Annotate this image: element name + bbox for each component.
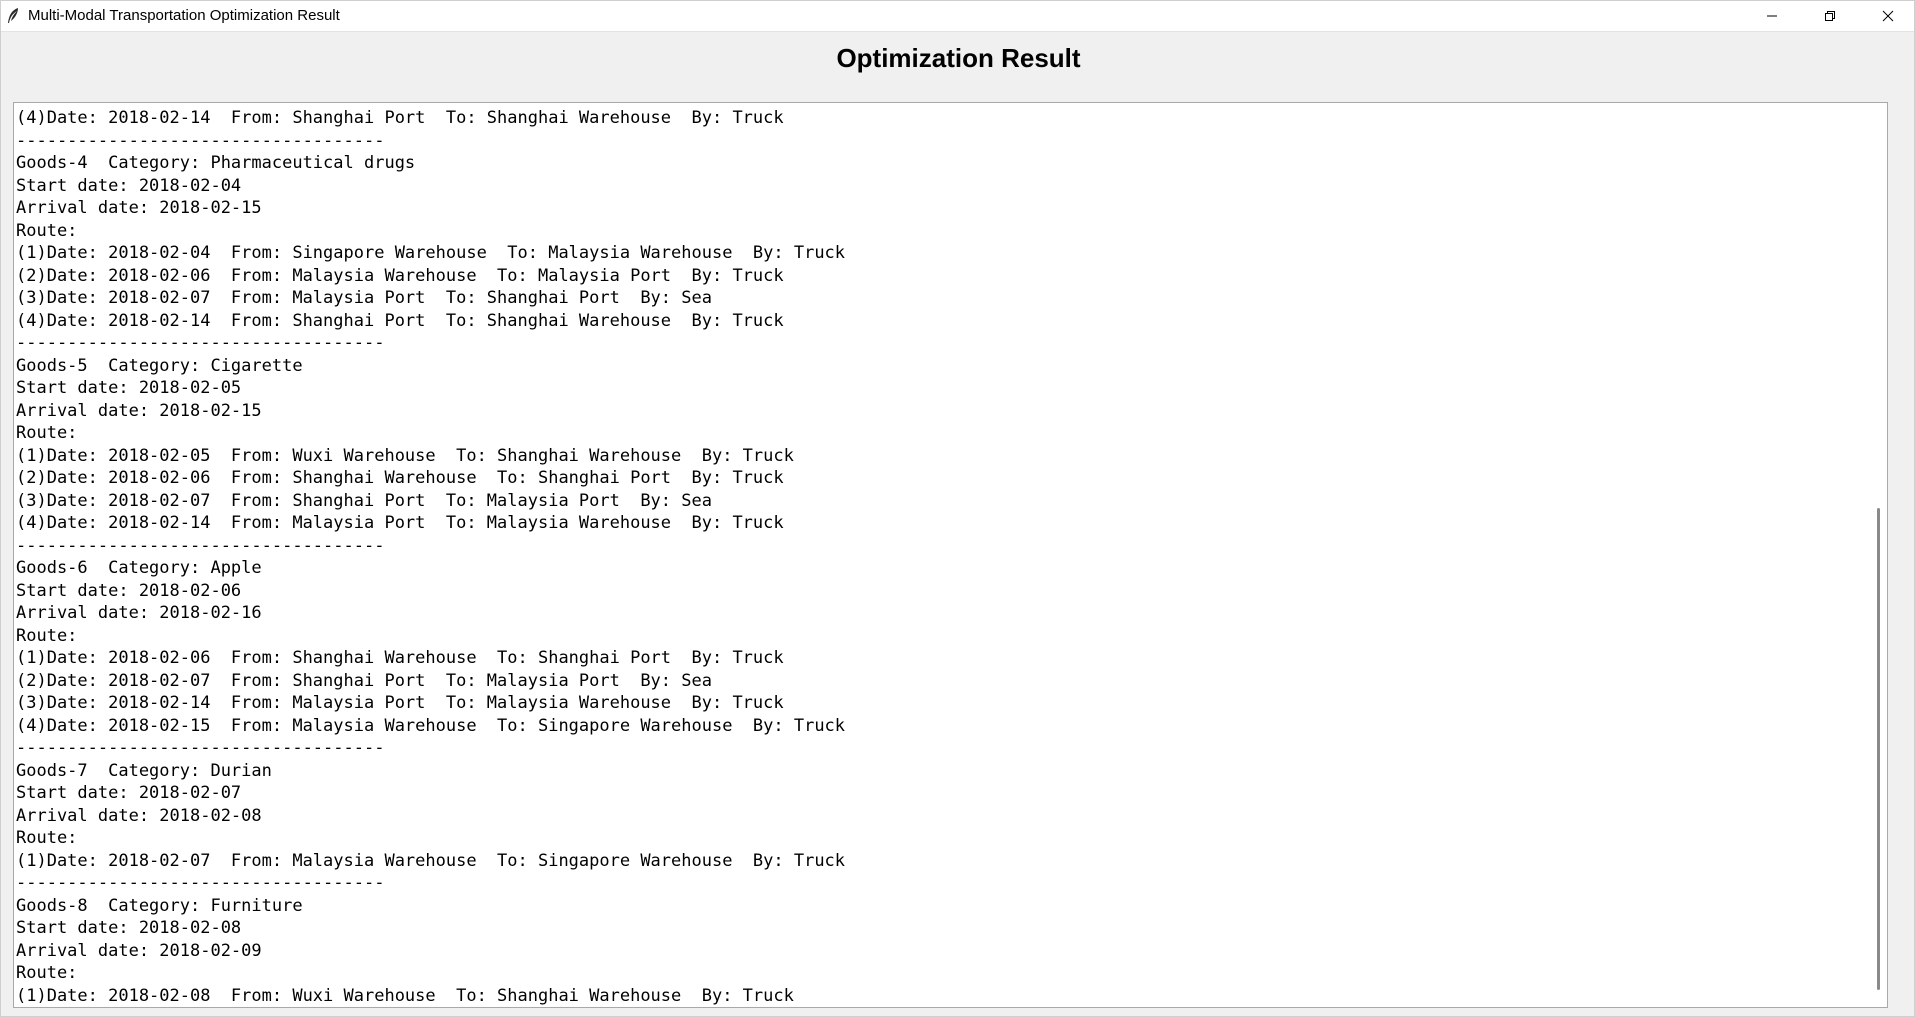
output-line: Arrival date: 2018-02-08 [16, 805, 262, 826]
restore-icon [1824, 7, 1836, 26]
output-line: ------------------------------------ [16, 130, 385, 151]
scrollbar-thumb[interactable] [1877, 508, 1880, 990]
feather-icon [6, 7, 20, 25]
output-line: Start date: 2018-02-05 [16, 378, 242, 398]
app-window: Multi-Modal Transportation Optimization … [0, 0, 1915, 1017]
output-line: (3)Date: 2018-02-07 From: Shanghai Port … [16, 490, 712, 511]
output-line: (4)Date: 2018-02-14 From: Malaysia Port … [16, 513, 784, 533]
output-line: Start date: 2018-02-07 [16, 783, 242, 803]
output-line: (3)Date: 2018-02-14 From: Malaysia Port … [16, 693, 784, 713]
restore-button[interactable] [1801, 1, 1859, 31]
output-line: ------------------------------------ [16, 333, 385, 353]
output-line: Arrival date: 2018-02-09 [16, 940, 262, 961]
output-line: ------------------------------------ [16, 738, 385, 758]
output-line: (2)Date: 2018-02-07 From: Shanghai Port … [16, 670, 712, 691]
output-line: (4)Date: 2018-02-14 From: Shanghai Port … [16, 310, 784, 331]
output-line: Start date: 2018-02-06 [16, 580, 242, 601]
page-title: Optimization Result [836, 43, 1081, 73]
vertical-scrollbar[interactable] [1870, 103, 1887, 1007]
minimize-icon [1766, 7, 1778, 26]
output-line: Route: [16, 423, 78, 443]
output-line: Route: [16, 220, 78, 241]
output-line: (2)Date: 2018-02-06 From: Malaysia Wareh… [16, 265, 784, 286]
output-line: (1)Date: 2018-02-05 From: Wuxi Warehouse… [16, 445, 794, 466]
output-line: ------------------------------------ [16, 535, 385, 556]
output-line: Start date: 2018-02-08 [16, 918, 242, 938]
close-icon [1882, 7, 1894, 26]
window-title: Multi-Modal Transportation Optimization … [28, 7, 340, 24]
output-line: ------------------------------------ [16, 873, 385, 893]
output-line: Arrival date: 2018-02-16 [16, 603, 262, 623]
output-line: Goods-6 Category: Apple [16, 558, 262, 578]
output-line: Start date: 2018-02-04 [16, 175, 242, 196]
result-text-area[interactable]: (4)Date: 2018-02-14 From: Shanghai Port … [13, 102, 1888, 1008]
output-line: Arrival date: 2018-02-15 [16, 400, 262, 421]
output-line: Route: [16, 963, 78, 983]
title-bar[interactable]: Multi-Modal Transportation Optimization … [1, 1, 1914, 32]
output-line: Arrival date: 2018-02-15 [16, 198, 262, 218]
output-line: (1)Date: 2018-02-07 From: Malaysia Wareh… [16, 850, 846, 871]
output-line: (3)Date: 2018-02-07 From: Malaysia Port … [16, 288, 712, 308]
output-line: Route: [16, 625, 78, 646]
minimize-button[interactable] [1743, 1, 1801, 31]
output-line: (1)Date: 2018-02-08 From: Wuxi Warehouse… [16, 985, 794, 1006]
close-button[interactable] [1859, 1, 1914, 31]
output-line: Goods-4 Category: Pharmaceutical drugs [16, 153, 416, 173]
output-line: Route: [16, 828, 78, 848]
output-line: Goods-8 Category: Furniture [16, 895, 303, 916]
output-line: (4)Date: 2018-02-14 From: Shanghai Port … [16, 108, 784, 128]
output-line: (1)Date: 2018-02-04 From: Singapore Ware… [16, 243, 846, 263]
output-line: Goods-5 Category: Cigarette [16, 355, 303, 376]
output-line: Goods-7 Category: Durian [16, 760, 272, 781]
output-line: (1)Date: 2018-02-06 From: Shanghai Wareh… [16, 648, 784, 668]
result-lines: (4)Date: 2018-02-14 From: Shanghai Port … [16, 107, 845, 1007]
output-line: (4)Date: 2018-02-15 From: Malaysia Wareh… [16, 715, 846, 736]
output-line: (2)Date: 2018-02-06 From: Shanghai Wareh… [16, 468, 784, 488]
